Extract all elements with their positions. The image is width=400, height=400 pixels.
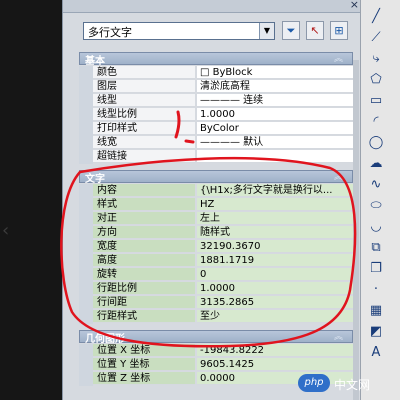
annotation-mark [184, 139, 195, 144]
watermark-logo: php [298, 374, 330, 392]
watermark-text: 中文网 [334, 378, 371, 392]
watermark: php 中文网 [296, 372, 396, 394]
red-annotation-overlay [60, 110, 357, 348]
annotation-mark [174, 110, 181, 139]
annotation-ellipse [60, 156, 357, 348]
